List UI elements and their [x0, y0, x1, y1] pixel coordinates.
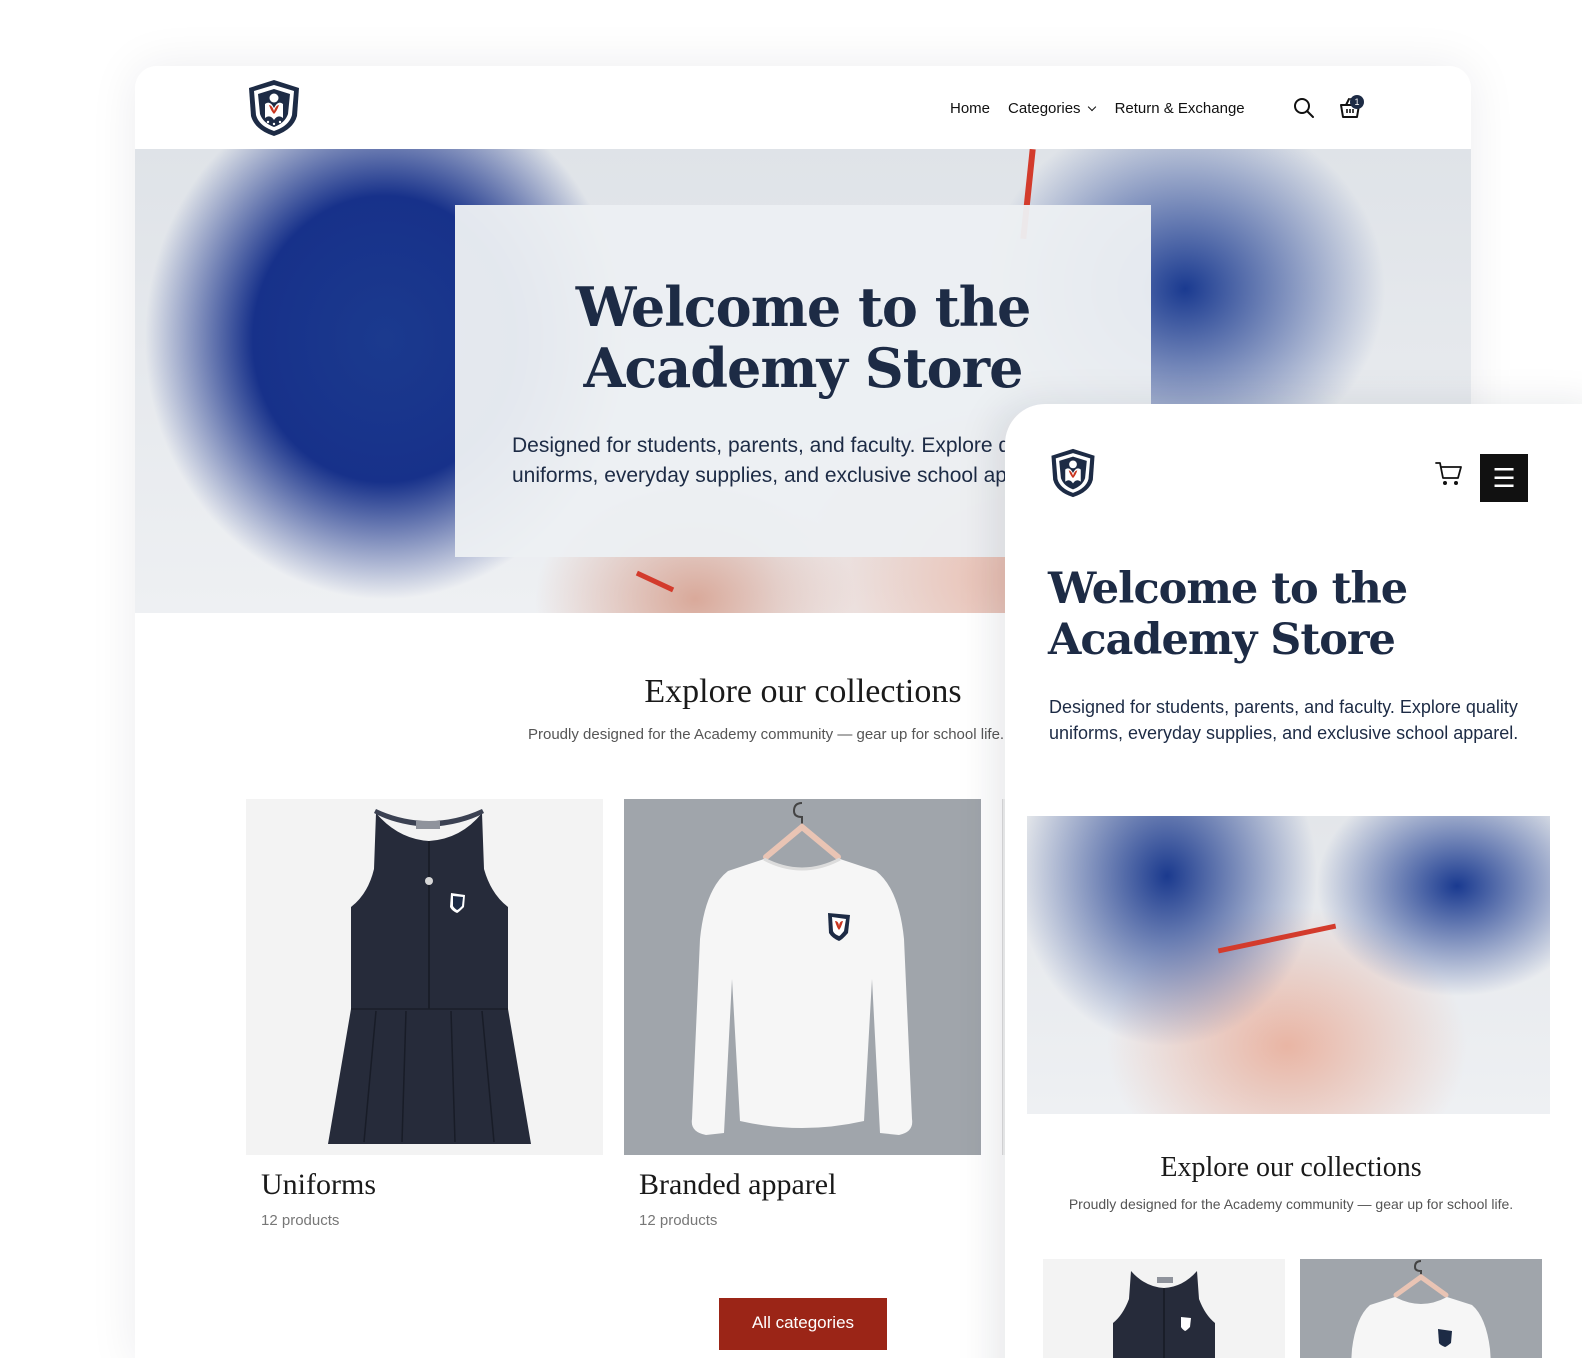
branded-apparel-card-image[interactable] — [624, 799, 981, 1155]
mobile-uniforms-card-image[interactable] — [1043, 1259, 1285, 1358]
nav-categories-label: Categories — [1008, 100, 1081, 117]
mobile-hero-subtitle: Designed for students, parents, and facu… — [1049, 697, 1519, 743]
mobile-hero-image — [1027, 816, 1550, 1114]
all-categories-button[interactable]: All categories — [719, 1298, 887, 1350]
sweatshirt-image — [691, 802, 913, 1135]
mobile-hero-title: Welcome to the Academy Store — [1048, 564, 1408, 665]
mobile-branded-apparel-card-image[interactable] — [1300, 1259, 1542, 1358]
search-icon[interactable] — [1293, 97, 1315, 119]
academy-shield-icon[interactable] — [245, 78, 303, 138]
uniforms-card-count: 12 products — [261, 1212, 340, 1229]
site-header: Home Categories Return & Exchange 1 — [135, 66, 1471, 149]
collections-subtitle: Proudly designed for the Academy communi… — [528, 726, 1005, 743]
nav-return-exchange[interactable]: Return & Exchange — [1115, 100, 1245, 117]
uniforms-card-image[interactable] — [246, 799, 603, 1155]
pinafore-dress-image — [328, 809, 531, 1144]
branded-apparel-card-title[interactable]: Branded apparel — [639, 1168, 836, 1202]
pinafore-dress-image — [1113, 1271, 1215, 1358]
mobile-collections-subtitle: Proudly designed for the Academy communi… — [1068, 1196, 1514, 1212]
hero-photo-detail — [1217, 923, 1337, 954]
sweatshirt-image — [1351, 1260, 1491, 1358]
hero-photo-detail — [635, 570, 675, 593]
academy-shield-icon[interactable] — [1048, 447, 1098, 499]
menu-button[interactable]: ☰ — [1480, 454, 1528, 502]
cart-icon[interactable] — [1435, 461, 1463, 487]
mobile-collections-title: Explore our collections — [1160, 1152, 1422, 1183]
uniforms-card-title[interactable]: Uniforms — [261, 1168, 376, 1202]
branded-apparel-card-count: 12 products — [639, 1212, 718, 1229]
cart-count-badge: 1 — [1350, 95, 1364, 109]
main-nav: Home Categories Return & Exchange — [950, 100, 1245, 117]
chevron-down-icon — [1087, 102, 1096, 112]
nav-home[interactable]: Home — [950, 100, 990, 117]
hero-title: Welcome to the Academy Store — [575, 275, 1032, 400]
mobile-preview: ☰ Welcome to the Academy Store Designed … — [1005, 404, 1582, 1358]
nav-categories[interactable]: Categories — [1008, 100, 1096, 117]
